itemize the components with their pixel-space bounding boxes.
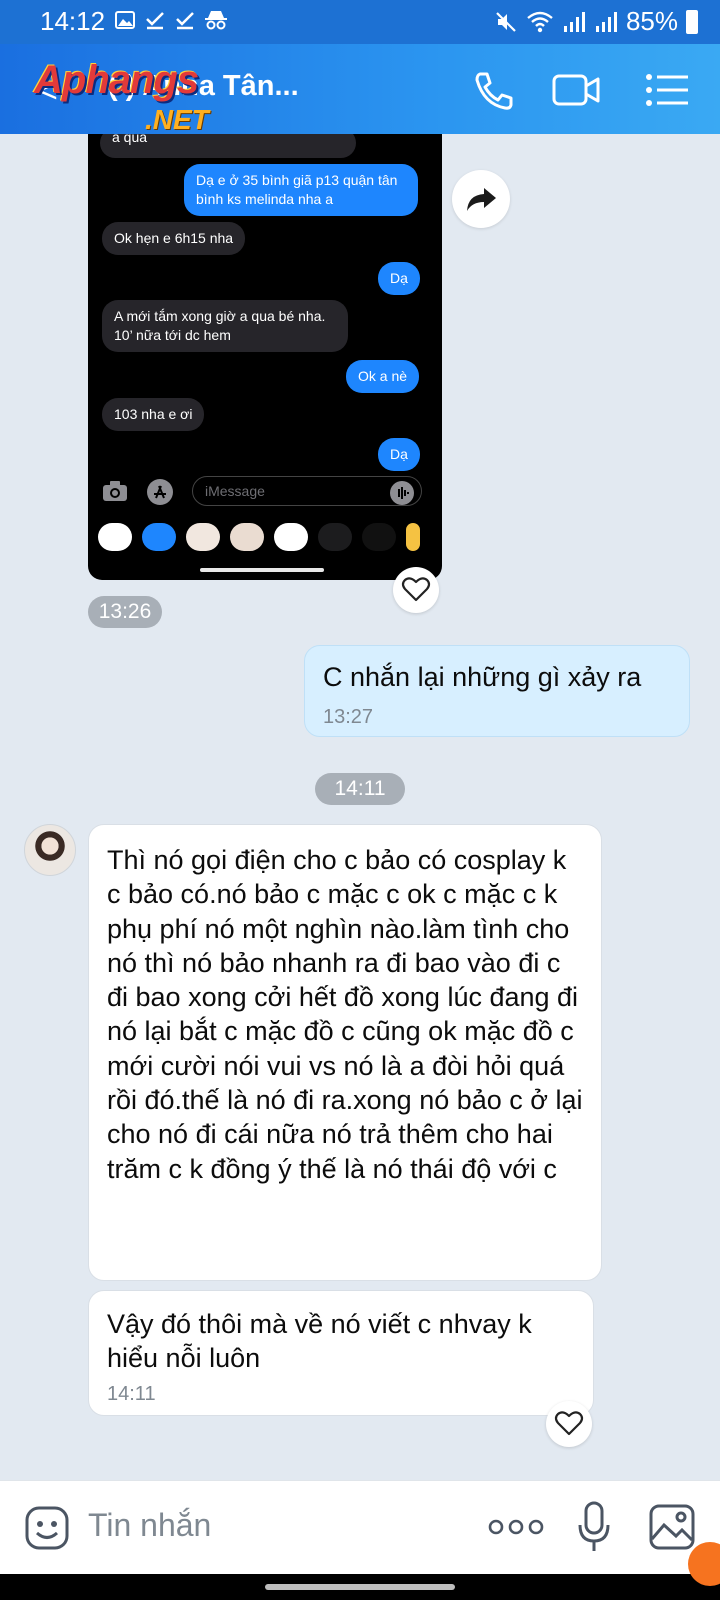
message-time: 13:27	[323, 706, 374, 728]
heart-icon	[554, 1411, 584, 1436]
imessage-input-bar: iMessage	[88, 470, 442, 514]
status-bar: 14:12 85%	[0, 0, 720, 44]
message-bubble-incoming[interactable]: Vậy đó thôi mà về nó viết c nhvay k hiểu…	[88, 1290, 594, 1416]
status-time: 14:12	[40, 6, 106, 36]
imessage-outgoing: Dạ	[378, 438, 420, 471]
check-notification-icon	[144, 9, 166, 31]
heart-app-icon	[318, 523, 352, 551]
shared-screenshot-image[interactable]: a qua Dạ e ở 35 bình giã p13 quận tân bì…	[88, 134, 442, 580]
mute-icon	[496, 11, 516, 32]
more-apps-icon	[406, 523, 420, 551]
imessage-incoming: a qua	[100, 134, 356, 158]
date-separator: 14:11	[315, 773, 405, 805]
react-button[interactable]	[393, 567, 439, 613]
share-arrow-icon	[467, 188, 496, 211]
more-icon[interactable]	[488, 1517, 544, 1537]
battery-percent: 85%	[625, 6, 678, 36]
status-notification-icons	[114, 9, 227, 31]
message-text: Vậy đó thôi mà về nó viết c nhvay k hiểu…	[107, 1309, 532, 1374]
system-nav-bar	[0, 1574, 720, 1600]
forward-button[interactable]	[452, 170, 510, 228]
signal-icon	[563, 11, 585, 32]
app-store-app-icon	[142, 523, 176, 551]
incognito-icon	[204, 9, 227, 31]
watermark-logo-suffix: .NET	[145, 104, 209, 135]
gallery-notification-icon	[114, 9, 136, 31]
microphone-icon[interactable]	[576, 1501, 612, 1553]
imessage-outgoing: Dạ e ở 35 bình giã p13 quận tân bình ks …	[184, 164, 418, 216]
video-call-icon[interactable]	[552, 68, 600, 112]
music-app-icon	[274, 523, 308, 551]
avatar[interactable]	[24, 824, 76, 876]
imessage-incoming: 103 nha e ơi	[102, 398, 205, 431]
react-button[interactable]	[546, 1401, 592, 1447]
sticker-icon[interactable]	[24, 1505, 70, 1551]
image-icon[interactable]	[648, 1503, 696, 1551]
photos-app-icon	[98, 523, 132, 551]
imessage-app-drawer	[88, 514, 442, 560]
imessage-incoming: Ok hẹn e 6h15 nha	[102, 222, 246, 255]
camera-icon	[103, 481, 127, 501]
phone-icon[interactable]	[470, 68, 518, 112]
menu-icon[interactable]	[644, 68, 692, 112]
imessage-incoming: A mới tắm xong giờ a qua bé nha. 10’ nữa…	[102, 300, 348, 352]
heart-icon	[401, 577, 431, 602]
audio-icon	[390, 481, 414, 505]
message-composer: Tin nhắn	[0, 1480, 720, 1574]
imessage-outgoing: Dạ	[378, 262, 420, 295]
message-time: 14:11	[107, 1383, 156, 1405]
message-text: Thì nó gọi điện cho c bảo có cosplay k c…	[107, 845, 583, 1184]
app-store-icon	[147, 479, 173, 505]
imessage-field: iMessage	[192, 476, 422, 506]
message-text: C nhắn lại những gì xảy ra	[323, 662, 642, 692]
memoji-app-icon	[186, 523, 220, 551]
check-notification-icon	[174, 9, 196, 31]
message-bubble-outgoing[interactable]: C nhắn lại những gì xảy ra 13:27	[304, 645, 690, 737]
image-timestamp: 13:26	[88, 596, 162, 628]
message-input[interactable]: Tin nhắn	[88, 1507, 211, 1544]
memoji-sticker-app-icon	[230, 523, 264, 551]
gesture-bar[interactable]	[265, 1584, 455, 1590]
signal-icon	[595, 11, 617, 32]
tiktok-app-icon	[362, 523, 396, 551]
message-bubble-incoming[interactable]: Thì nó gọi điện cho c bảo có cosplay k c…	[88, 824, 602, 1281]
battery-icon	[686, 9, 698, 34]
imessage-outgoing: Ok a nè	[346, 360, 420, 393]
home-indicator	[200, 568, 324, 572]
wifi-icon	[527, 11, 553, 32]
watermark-logo: Aphangs	[34, 58, 199, 102]
status-system-icons: 85%	[494, 6, 698, 37]
